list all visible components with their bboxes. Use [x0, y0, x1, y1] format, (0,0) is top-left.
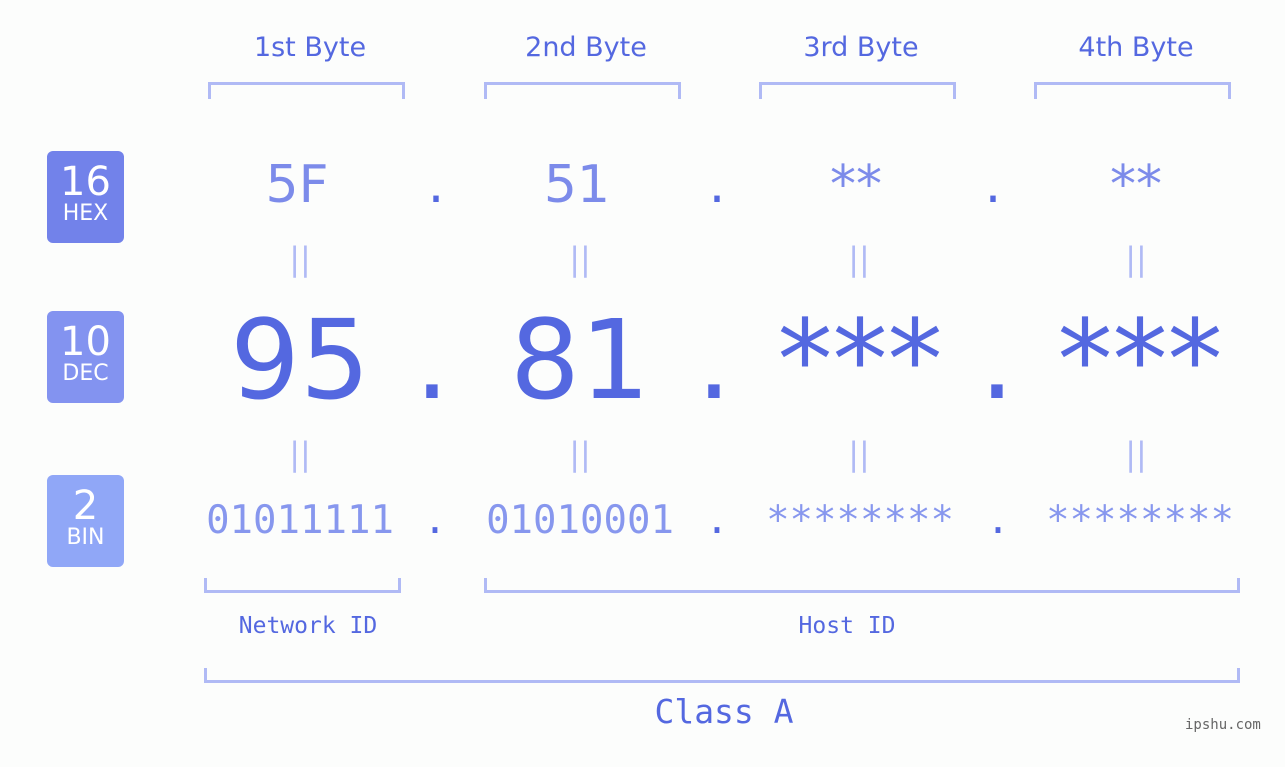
dec-byte-4: *** [1057, 296, 1223, 424]
dec-dot: . [696, 296, 732, 424]
bin-badge-number: 2 [72, 483, 99, 529]
hex-byte-2: 51 [543, 155, 611, 215]
equals-sign: || [289, 435, 311, 473]
network-id-bracket [204, 578, 401, 593]
equals-sign: || [1125, 240, 1147, 278]
bin-byte-3: ******** [766, 498, 954, 543]
hex-badge-number: 16 [60, 159, 111, 205]
hex-byte-3: ** [830, 155, 882, 215]
dec-byte-3: *** [777, 296, 943, 424]
dec-badge: 10 DEC [47, 311, 124, 403]
class-label: Class A [654, 692, 794, 731]
bin-byte-1: 01011111 [206, 498, 394, 543]
bin-byte-2: 01010001 [486, 498, 674, 543]
bin-byte-4: ******** [1046, 498, 1234, 543]
hex-dot: . [984, 155, 1002, 215]
class-bracket [204, 668, 1240, 683]
equals-sign: || [289, 240, 311, 278]
byte-header-4: 4th Byte [1078, 32, 1194, 63]
hex-dot: . [708, 155, 726, 215]
hex-badge-label: HEX [62, 201, 109, 226]
hex-badge: 16 HEX [47, 151, 124, 243]
bin-badge-label: BIN [66, 525, 105, 550]
dec-dot: . [414, 296, 450, 424]
dec-badge-label: DEC [62, 361, 109, 386]
byte-header-2: 2nd Byte [525, 32, 647, 63]
byte-bracket-2 [484, 82, 681, 99]
hex-byte-4: ** [1110, 155, 1162, 215]
equals-sign: || [1125, 435, 1147, 473]
byte-bracket-3 [759, 82, 956, 99]
dec-badge-number: 10 [60, 319, 111, 365]
byte-bracket-4 [1034, 82, 1231, 99]
dec-dot: . [979, 296, 1015, 424]
hex-byte-1: 5F [265, 155, 329, 215]
watermark: ipshu.com [1185, 717, 1261, 733]
bin-badge: 2 BIN [47, 475, 124, 567]
host-id-label: Host ID [798, 613, 896, 639]
equals-sign: || [569, 240, 591, 278]
dec-byte-1: 95 [230, 296, 370, 424]
hex-dot: . [427, 155, 445, 215]
dec-byte-2: 81 [510, 296, 650, 424]
byte-bracket-1 [208, 82, 405, 99]
equals-sign: || [848, 435, 870, 473]
equals-sign: || [848, 240, 870, 278]
bin-dot: . [423, 498, 447, 543]
byte-header-1: 1st Byte [253, 32, 367, 63]
byte-header-3: 3rd Byte [803, 32, 919, 63]
bin-dot: . [705, 498, 729, 543]
bin-dot: . [986, 498, 1010, 543]
host-id-bracket [484, 578, 1240, 593]
equals-sign: || [569, 435, 591, 473]
network-id-label: Network ID [238, 613, 378, 639]
